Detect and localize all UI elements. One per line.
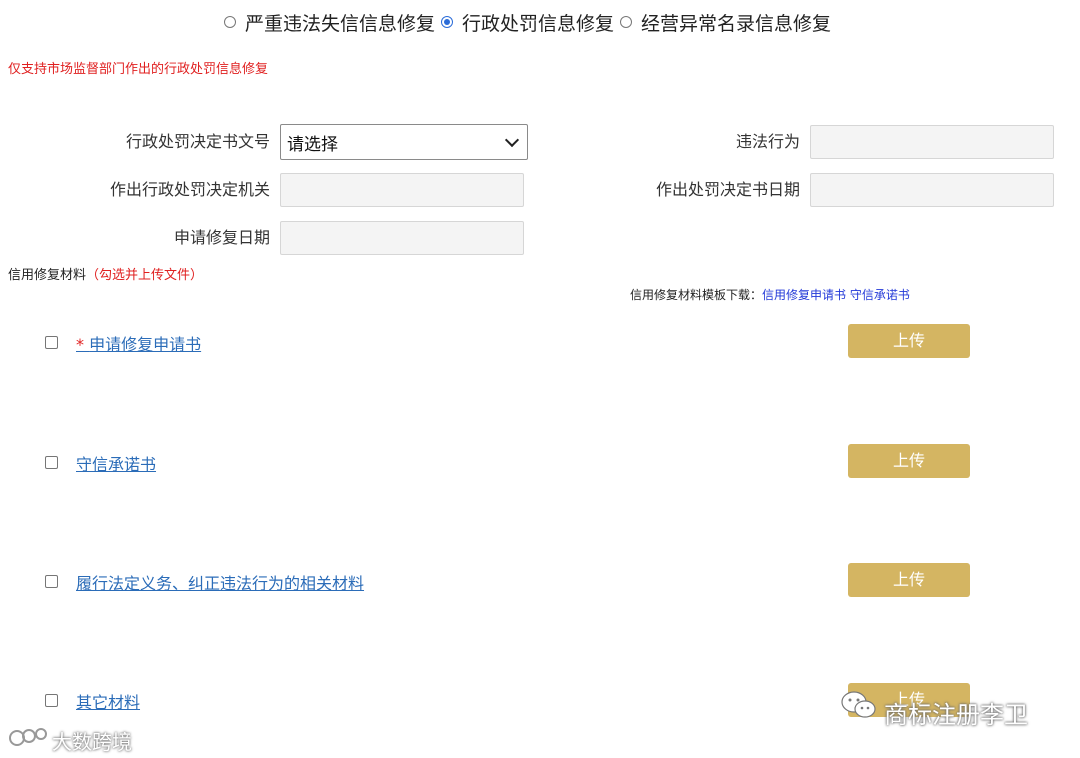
material-link-application[interactable]: * 申请修复申请书 [76,331,201,355]
template-link-commitment[interactable]: 守信承诺书 [850,288,910,302]
materials-title: 信用修复材料（勾选并上传文件） [8,264,203,283]
material-link-obligation[interactable]: 履行法定义务、纠正违法行为的相关材料 [76,570,364,594]
notice-text: 仅支持市场监督部门作出的行政处罚信息修复 [8,62,269,77]
apply-date-field[interactable] [280,221,524,255]
materials-hint: （勾选并上传文件） [86,268,204,283]
wechat-icon [840,690,878,724]
authority-field[interactable] [280,173,524,207]
material-label: 守信承诺书 [76,455,157,474]
template-download-prefix: 信用修复材料模板下载： [630,288,763,302]
decision-no-select[interactable]: 请选择 [280,124,528,160]
materials-title-text: 信用修复材料 [8,268,87,283]
material-checkbox[interactable] [45,336,58,349]
radio-serious-violation[interactable]: 严重违法失信信息修复 [224,9,435,36]
radio-label: 严重违法失信信息修复 [245,12,436,35]
material-checkbox[interactable] [45,456,58,469]
weibo-icon [8,724,50,754]
radio-button-icon[interactable] [620,16,633,28]
template-download-line: 信用修复材料模板下载：信用修复申请书 守信承诺书 [630,286,910,303]
upload-button[interactable]: 上传 [848,563,970,597]
radio-administrative-penalty[interactable]: 行政处罚信息修复 [441,9,614,36]
apply-date-label: 申请修复日期 [173,228,270,247]
violation-field[interactable] [810,125,1054,159]
material-checkbox[interactable] [45,575,58,588]
template-link-application[interactable]: 信用修复申请书 [762,288,846,302]
radio-abnormal-operation[interactable]: 经营异常名录信息修复 [620,9,831,36]
violation-label: 违法行为 [735,132,800,151]
radio-button-icon[interactable] [224,16,236,28]
watermark-right: 商标注册李卫 [884,701,1028,729]
material-link-other[interactable]: 其它材料 [76,689,140,713]
radio-label: 经营异常名录信息修复 [641,12,832,35]
decision-date-field[interactable] [810,173,1054,207]
radio-button-checked-icon[interactable] [441,16,454,28]
radio-label: 行政处罚信息修复 [462,12,615,35]
repair-type-radio-group: 严重违法失信信息修复 行政处罚信息修复 经营异常名录信息修复 [224,8,837,36]
material-checkbox[interactable] [45,694,58,707]
material-label: 其它材料 [76,693,141,712]
material-label: 履行法定义务、纠正违法行为的相关材料 [76,574,365,593]
chevron-down-icon [504,132,520,148]
upload-button[interactable]: 上传 [848,444,970,478]
watermark-left: 大数跨境 [52,730,132,754]
decision-no-label: 行政处罚决定书文号 [125,132,270,151]
material-label: 申请修复申请书 [89,335,202,354]
material-link-commitment[interactable]: 守信承诺书 [76,451,156,475]
required-mark: * [76,335,84,354]
upload-button[interactable]: 上传 [848,324,970,358]
authority-label: 作出行政处罚决定机关 [109,180,270,199]
decision-no-selected-value: 请选择 [287,134,338,155]
decision-date-label: 作出处罚决定书日期 [655,180,800,199]
